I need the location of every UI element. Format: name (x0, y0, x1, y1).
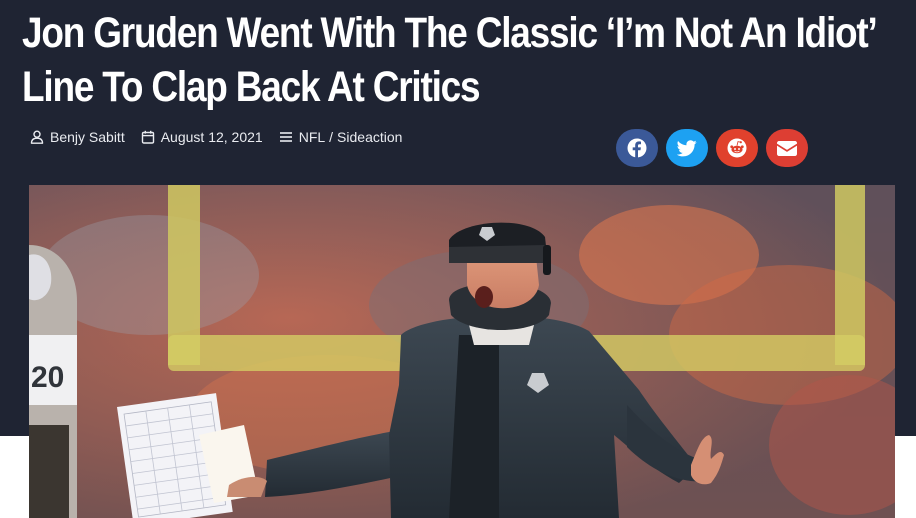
article-title-line-2: Line To Clap Back At Critics (22, 63, 481, 111)
twitter-icon (677, 139, 697, 156)
facebook-icon (627, 138, 647, 158)
envelope-icon (777, 140, 797, 156)
hero-image: 20 (29, 185, 895, 518)
author-meta[interactable]: Benjy Sabitt (30, 129, 125, 145)
category-separator: / (329, 129, 334, 145)
author-name[interactable]: Benjy Sabitt (50, 129, 125, 145)
share-facebook-button[interactable] (616, 129, 658, 167)
page-margin (902, 436, 916, 518)
article-meta: Benjy Sabitt August 12, 2021 NFL / Sidea… (30, 126, 418, 148)
calendar-icon (141, 130, 154, 144)
share-email-button[interactable] (766, 129, 808, 167)
article-title-line-1: Jon Gruden Went With The Classic ‘I’m No… (22, 9, 878, 57)
category-meta: NFL / Sideaction (279, 129, 402, 145)
share-twitter-button[interactable] (666, 129, 708, 167)
publish-date[interactable]: August 12, 2021 (161, 129, 263, 145)
category-link-sideaction[interactable]: Sideaction (337, 129, 402, 145)
reddit-icon (727, 138, 747, 158)
share-reddit-button[interactable] (716, 129, 758, 167)
date-meta[interactable]: August 12, 2021 (141, 129, 263, 145)
article-title: Jon Gruden Went With The Classic ‘I’m No… (22, 6, 878, 114)
jersey-number: 20 (31, 361, 64, 394)
share-buttons (616, 129, 816, 167)
list-icon (279, 132, 292, 142)
category-link-nfl[interactable]: NFL (299, 129, 325, 145)
user-icon (30, 130, 44, 144)
